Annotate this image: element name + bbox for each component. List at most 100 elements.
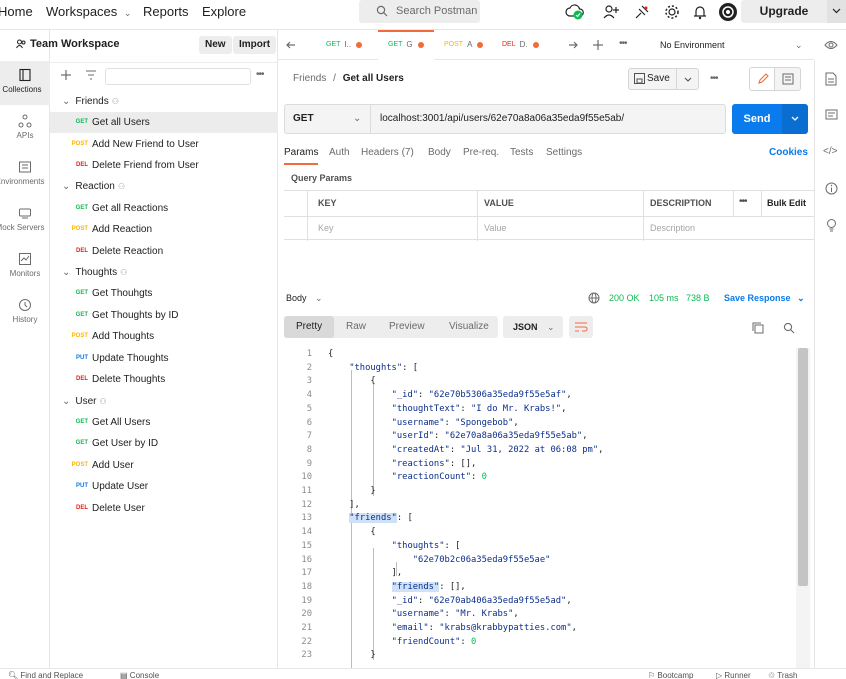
new-tab-plus-icon[interactable] <box>591 38 605 52</box>
rail-history[interactable]: History <box>0 291 50 335</box>
upgrade-button[interactable]: Upgrade <box>741 0 827 23</box>
method-select[interactable]: GET ⌄ <box>284 104 370 134</box>
param-value-input[interactable]: Value <box>484 223 506 233</box>
wrap-lines-icon[interactable] <box>569 316 593 338</box>
tab-2-active[interactable]: GET G <box>378 30 434 60</box>
view-preview-tab[interactable]: Preview <box>389 316 425 338</box>
reports-link[interactable]: Reports <box>143 0 189 24</box>
home-link[interactable]: Home <box>0 0 33 24</box>
save-response-button[interactable]: Save Response ⌄ <box>724 293 805 304</box>
rail-monitors[interactable]: Monitors <box>0 245 50 289</box>
tab-params[interactable]: Params <box>284 147 319 165</box>
request-update-user[interactable]: PUT Update User <box>50 476 278 497</box>
view-visualize-tab[interactable]: Visualize <box>449 316 489 338</box>
response-scrollbar[interactable] <box>796 348 810 668</box>
send-button[interactable]: Send <box>732 104 782 134</box>
request-add-thoughts[interactable]: POST Add Thoughts <box>50 326 278 347</box>
collection-search-input[interactable] <box>105 68 251 85</box>
invite-user-icon[interactable] <box>601 2 621 22</box>
tab-pre-request[interactable]: Pre-req. <box>463 147 499 158</box>
notifications-bell-icon[interactable] <box>690 2 710 22</box>
sync-cloud-icon[interactable] <box>565 2 585 22</box>
response-body-select[interactable]: Body ⌄ <box>286 293 323 304</box>
request-more-icon[interactable]: ••• <box>710 73 718 84</box>
request-get-thoughts[interactable]: GET Get Thouhgts <box>50 283 278 304</box>
environment-selector[interactable]: No Environment ⌄ <box>660 30 803 60</box>
add-collection-icon[interactable] <box>59 68 73 82</box>
back-arrow-icon[interactable] <box>284 38 298 52</box>
console-button[interactable]: ▤ Console <box>120 671 159 679</box>
tab-3[interactable]: POST A <box>444 30 484 60</box>
tab-1[interactable]: GET I.. <box>326 30 363 60</box>
satellite-icon[interactable] <box>632 2 652 22</box>
workspace-title[interactable]: Team Workspace <box>16 38 119 50</box>
format-select[interactable]: JSON ⌄ <box>503 316 563 338</box>
tab-body[interactable]: Body <box>428 147 451 158</box>
tab-tests[interactable]: Tests <box>510 147 533 158</box>
response-status[interactable]: 200 OK <box>609 293 640 303</box>
settings-gear-icon[interactable] <box>662 2 682 22</box>
param-description-input[interactable]: Description <box>650 223 695 233</box>
request-delete-reaction[interactable]: DEL Delete Reaction <box>50 241 278 262</box>
documentation-icon[interactable] <box>825 72 837 86</box>
more-options-icon[interactable]: ••• <box>256 69 264 80</box>
request-delete-friend[interactable]: DEL Delete Friend from User <box>50 155 278 176</box>
response-json-body[interactable]: 1 {2 "thoughts": [3 {4 "_id": "62e70b5306… <box>284 348 814 668</box>
rail-collections[interactable]: Collections <box>0 61 50 105</box>
tab-settings[interactable]: Settings <box>546 147 582 158</box>
bulk-edit-button[interactable]: Bulk Edit <box>767 198 806 208</box>
rail-apis[interactable]: APIs <box>0 107 50 151</box>
lightbulb-icon[interactable] <box>825 218 838 232</box>
trash-button[interactable]: ♲ Trash <box>768 671 797 679</box>
save-dropdown-button[interactable] <box>677 68 699 90</box>
request-add-user[interactable]: POST Add User <box>50 455 278 476</box>
cookies-link[interactable]: Cookies <box>769 147 808 158</box>
request-get-all-users-2[interactable]: GET Get All Users <box>50 412 278 433</box>
forward-arrow-icon[interactable] <box>566 38 580 52</box>
upgrade-dropdown-button[interactable] <box>827 0 846 23</box>
avatar[interactable] <box>718 2 738 22</box>
folder-user[interactable]: ⌄ User ⚇ <box>50 391 278 412</box>
view-raw-tab[interactable]: Raw <box>346 316 366 338</box>
request-get-thoughts-by-id[interactable]: GET Get Thoughts by ID <box>50 305 278 326</box>
new-button[interactable]: New <box>199 36 232 54</box>
folder-friends[interactable]: ⌄ Friends ⚇ <box>50 91 278 112</box>
columns-more-icon[interactable]: ••• <box>739 196 747 207</box>
rail-mock-servers[interactable]: Mock Servers <box>0 199 50 243</box>
breadcrumb-parent[interactable]: Friends <box>293 73 326 84</box>
workspaces-menu[interactable]: Workspaces ⌄ <box>46 0 131 24</box>
tab-4[interactable]: DEL D. <box>502 30 539 60</box>
runner-button[interactable]: ▷ Runner <box>716 671 751 679</box>
comments-icon[interactable] <box>825 109 838 122</box>
request-add-new-friend[interactable]: POST Add New Friend to User <box>50 134 278 155</box>
search-response-icon[interactable] <box>783 322 795 334</box>
url-input[interactable]: localhost:3001/api/users/62e70a8a06a35ed… <box>370 104 726 134</box>
scrollbar-thumb[interactable] <box>798 348 808 586</box>
response-time[interactable]: 105 ms <box>649 293 679 303</box>
edit-pencil-icon[interactable] <box>749 67 775 91</box>
explore-link[interactable]: Explore <box>202 0 246 24</box>
info-icon[interactable] <box>825 182 838 195</box>
tab-options-icon[interactable]: ••• <box>619 38 627 49</box>
folder-reaction[interactable]: ⌄ Reaction ⚇ <box>50 176 278 197</box>
request-delete-user[interactable]: DEL Delete User <box>50 498 278 519</box>
code-snippet-icon[interactable]: </> <box>823 146 837 157</box>
rail-environments[interactable]: Environments <box>0 153 50 197</box>
copy-icon[interactable] <box>752 322 764 334</box>
save-button[interactable]: Save <box>628 68 677 90</box>
param-key-input[interactable]: Key <box>318 223 334 233</box>
send-dropdown-button[interactable] <box>782 104 808 134</box>
request-add-reaction[interactable]: POST Add Reaction <box>50 219 278 240</box>
find-replace-button[interactable]: 🔍︎ Find and Replace <box>8 671 83 679</box>
request-get-user-by-id[interactable]: GET Get User by ID <box>50 433 278 454</box>
search-input[interactable]: Search Postman <box>359 0 480 23</box>
request-get-all-reactions[interactable]: GET Get all Reactions <box>50 198 278 219</box>
request-update-thoughts[interactable]: PUT Update Thoughts <box>50 348 278 369</box>
import-button[interactable]: Import <box>233 36 277 54</box>
request-get-all-users[interactable]: GET Get all Users <box>50 112 278 133</box>
view-pretty-tab[interactable]: Pretty <box>284 316 335 338</box>
environment-eye-icon[interactable] <box>824 39 838 51</box>
response-size[interactable]: 738 B <box>686 293 710 303</box>
tab-auth[interactable]: Auth <box>329 147 350 158</box>
breadcrumb-current[interactable]: Get all Users <box>343 73 404 84</box>
